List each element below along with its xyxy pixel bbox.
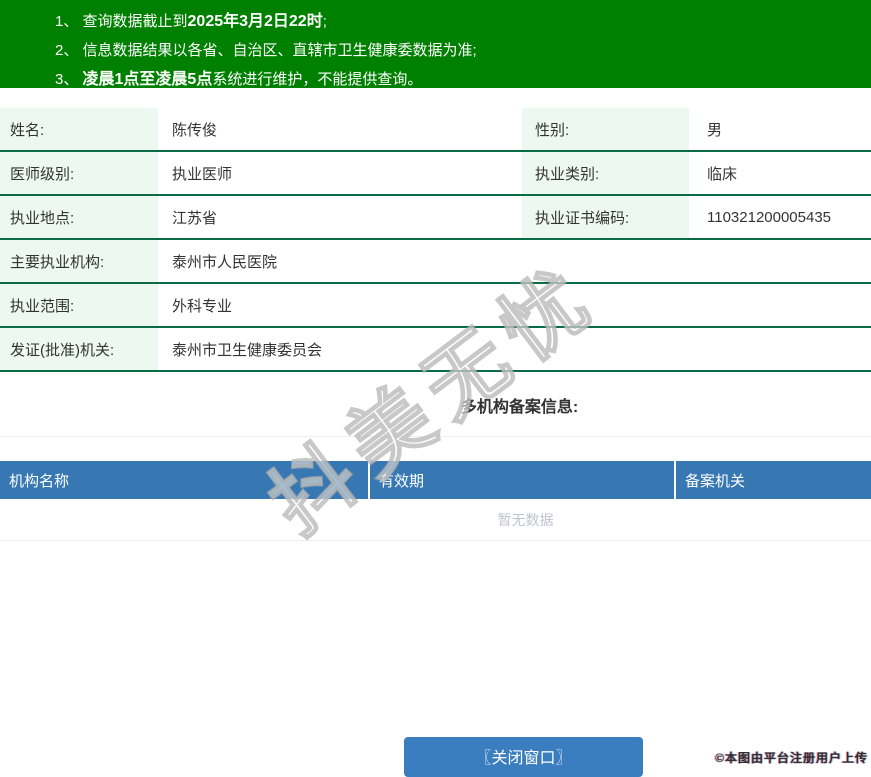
gender-value: 男 [707,121,723,139]
main-institution-value: 泰州市人民医院 [172,253,278,271]
notice-line-1: 1、 查询数据截止到2025年3月2日22时; [55,7,871,36]
notice-line-2: 2、 信息数据结果以各省、自治区、直辖市卫生健康委数据为准; [55,36,871,65]
certificate-number-label: 执业证书编码: [522,196,689,238]
practice-type-value: 临床 [707,165,738,183]
divider-line [0,436,871,437]
practice-scope-value: 外科专业 [172,297,233,315]
table-row: 姓名: 陈传俊 性别: 男 [0,108,871,152]
divider-line [0,540,871,541]
name-value: 陈传俊 [172,121,218,139]
certificate-number-value: 110321200005435 [707,208,832,226]
doctor-level-value: 执业医师 [172,165,233,183]
notice-text: ; [322,13,327,30]
table-row: 发证(批准)机关: 泰州市卫生健康委员会 [0,328,871,372]
column-header-record-authority: 备案机关 [685,472,746,490]
gender-label: 性别: [522,108,689,150]
table-row: 主要执业机构: 泰州市人民医院 [0,240,871,284]
practice-scope-label: 执业范围: [0,284,158,326]
close-window-button[interactable]: 〖关闭窗口〗 [404,737,643,777]
notice-bold-text: 凌晨1点至凌晨5点 [82,71,213,88]
notice-text: 2、 信息数据结果以各省、自治区、直辖市卫生健康委数据为准; [55,42,477,59]
table-row: 执业地点: 江苏省 执业证书编码: 110321200005435 [0,196,871,240]
notice-bold-text: 2025年3月2日22时 [187,13,323,30]
notice-text: 系统进行维护，不能提供查询。 [212,71,423,88]
notice-text: 3、 [55,71,83,88]
main-institution-label: 主要执业机构: [0,240,158,282]
practice-location-label: 执业地点: [0,196,158,238]
notice-line-3: 3、 凌晨1点至凌晨5点系统进行维护，不能提供查询。 [55,65,871,94]
column-header-institution-name: 机构名称 [0,461,370,499]
notice-text: 1、 查询数据截止到 [55,13,188,30]
column-header-validity-period: 有效期 [370,461,676,499]
doctor-info-table: 姓名: 陈传俊 性别: 男 医师级别: 执业医师 执业类别: 临床 执业地点: … [0,108,871,372]
empty-data-text: 暂无数据 [497,511,554,528]
issuing-authority-value: 泰州市卫生健康委员会 [172,341,323,359]
multi-institution-section-title: 多机构备案信息: [460,399,579,416]
copyright-watermark-text: ©本图由平台注册用户上传 [715,751,868,765]
notice-banner: 1、 查询数据截止到2025年3月2日22时; 2、 信息数据结果以各省、自治区… [0,0,871,88]
license-query-result-page: { "notice": { "items": [ { "pre": "1、 查询… [0,0,871,777]
practice-location-value: 江苏省 [172,209,218,227]
practice-type-label: 执业类别: [522,152,689,194]
name-label: 姓名: [0,108,158,150]
records-empty-row: 暂无数据 [0,499,871,540]
issuing-authority-label: 发证(批准)机关: [0,328,158,370]
table-row: 执业范围: 外科专业 [0,284,871,328]
table-row: 医师级别: 执业医师 执业类别: 临床 [0,152,871,196]
doctor-level-label: 医师级别: [0,152,158,194]
records-table-header: 机构名称 有效期 备案机关 [0,461,871,499]
